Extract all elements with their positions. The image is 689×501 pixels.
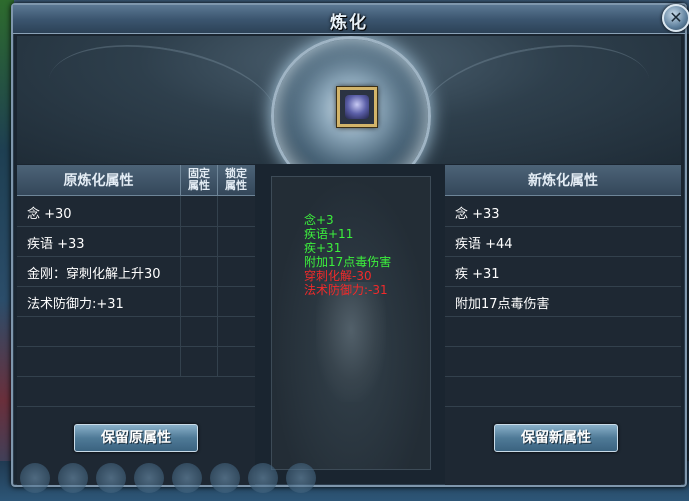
original-attribute-row: 念 +30 <box>17 196 255 227</box>
attribute-increase-text: 疾+31 <box>304 241 342 255</box>
skill-icon <box>20 463 50 493</box>
skill-icon <box>134 463 164 493</box>
new-attribute-row: 念 +33 <box>445 196 681 227</box>
keep-original-button[interactable]: 保留原属性 <box>74 424 198 452</box>
item-slot-icon <box>345 95 369 119</box>
divider <box>217 286 218 316</box>
attribute-decrease-text: 法术防御力:-31 <box>304 283 388 297</box>
new-attribute-text: 附加17点毒伤害 <box>455 297 550 312</box>
original-attribute-row <box>17 376 255 407</box>
original-attribute-row <box>17 316 255 347</box>
original-attribute-text: 疾语 +33 <box>27 237 85 252</box>
window-title: 炼化 <box>330 13 368 33</box>
original-attribute-row: 金刚：穿刺化解上升30 <box>17 256 255 287</box>
skill-icon <box>96 463 126 493</box>
pedestal-decoration <box>316 282 386 402</box>
divider <box>180 256 181 286</box>
fixed-attribute-column: 固定 属性 <box>181 165 218 195</box>
decoration-left <box>39 36 285 164</box>
divider <box>217 256 218 286</box>
divider <box>217 346 218 376</box>
locked-attribute-column: 锁定 属性 <box>225 167 247 192</box>
new-attribute-row: 疾 +31 <box>445 256 681 287</box>
skill-icon <box>210 463 240 493</box>
new-attribute-row <box>445 376 681 407</box>
new-attribute-row: 疾语 +44 <box>445 226 681 257</box>
divider <box>217 226 218 256</box>
original-attribute-text: 法术防御力:+31 <box>27 297 124 312</box>
divider <box>180 286 181 316</box>
divider <box>180 226 181 256</box>
skill-icon <box>248 463 278 493</box>
decoration-right <box>413 36 659 164</box>
new-attributes-title: 新炼化属性 <box>528 173 598 189</box>
original-attribute-text: 念 +30 <box>27 207 72 222</box>
attribute-changes-list: 念+3 疾语+11 疾+31 附加17点毒伤害 穿刺化解-30 法术防御力:-31 <box>304 213 391 297</box>
skill-icon <box>58 463 88 493</box>
new-attribute-text: 念 +33 <box>455 207 500 222</box>
divider <box>180 196 181 226</box>
new-attribute-row <box>445 346 681 377</box>
original-attributes-panel: 原炼化属性 固定 属性 锁定 属性 念 +30 疾语 +33 金刚：穿刺化解上升… <box>17 165 255 485</box>
original-attribute-text: 金刚：穿刺化解上升30 <box>27 267 161 282</box>
original-attribute-row: 法术防御力:+31 <box>17 286 255 317</box>
skill-icon <box>286 463 316 493</box>
attribute-increase-text: 附加17点毒伤害 <box>304 255 392 269</box>
attribute-increase-text: 疾语+11 <box>304 227 354 241</box>
new-attribute-text: 疾 +31 <box>455 267 500 282</box>
skill-icon <box>172 463 202 493</box>
original-attributes-header: 原炼化属性 固定 属性 锁定 属性 <box>17 165 255 196</box>
new-attributes-header: 新炼化属性 <box>445 165 681 196</box>
attribute-changes-panel: 念+3 疾语+11 疾+31 附加17点毒伤害 穿刺化解-30 法术防御力:-31 <box>271 176 431 470</box>
background-skill-bar <box>20 463 420 499</box>
keep-new-button[interactable]: 保留新属性 <box>494 424 618 452</box>
title-bar: 炼化 <box>13 5 685 34</box>
new-attribute-row: 附加17点毒伤害 <box>445 286 681 317</box>
divider <box>180 316 181 346</box>
refine-display-area <box>17 36 681 164</box>
attribute-decrease-text: 穿刺化解-30 <box>304 269 372 283</box>
new-attribute-text: 疾语 +44 <box>455 237 513 252</box>
divider <box>217 196 218 226</box>
original-attributes-title: 原炼化属性 <box>17 165 181 195</box>
original-attribute-row: 疾语 +33 <box>17 226 255 257</box>
new-attributes-panel: 新炼化属性 念 +33 疾语 +44 疾 +31 附加17点毒伤害 保留新属性 <box>445 165 681 485</box>
refine-window: 炼化 ✕ 原炼化属性 固定 属性 锁定 属性 念 +30 疾语 +33 金刚：穿… <box>11 3 689 487</box>
close-button[interactable]: ✕ <box>662 4 689 32</box>
original-attribute-row <box>17 346 255 377</box>
item-slot[interactable] <box>336 86 378 128</box>
close-icon: ✕ <box>669 8 683 27</box>
new-attribute-row <box>445 316 681 347</box>
divider <box>217 316 218 346</box>
divider <box>180 346 181 376</box>
attribute-increase-text: 念+3 <box>304 213 334 227</box>
